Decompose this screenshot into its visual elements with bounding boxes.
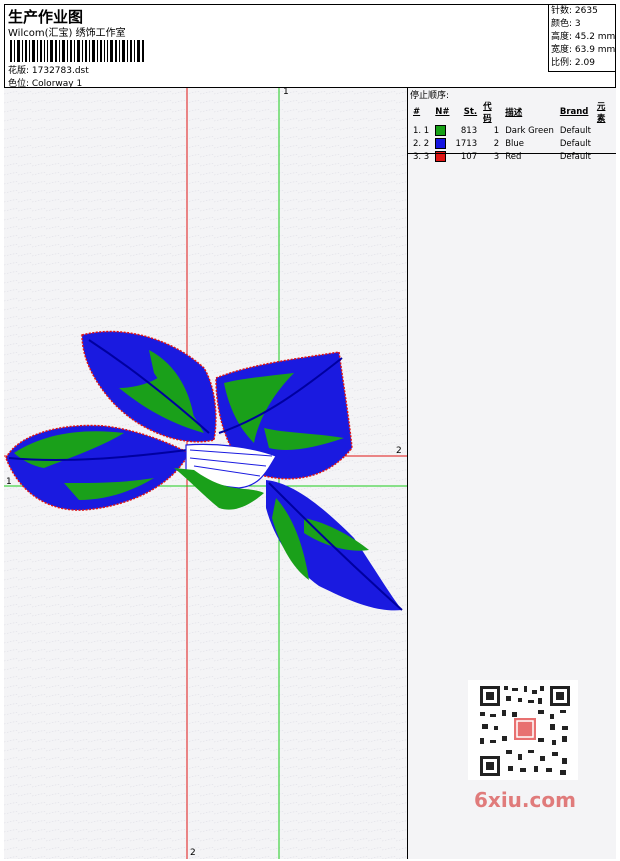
red-axis-label-bottom: 2 (190, 848, 196, 858)
table-row: 3. 3 107 3 Red Default (410, 150, 616, 163)
color-swatch-cell (432, 150, 452, 163)
row-index: 1. 1 (413, 125, 430, 136)
row-index: 3. 3 (413, 151, 430, 162)
green-axis-label-top: 1 (283, 88, 289, 97)
header: 生产作业图 Wilcom(汇宝) 绣饰工作室 花版: 1732783.dst 色… (4, 4, 616, 89)
row-stitches: 1713 (455, 138, 478, 149)
row-brand: Default (559, 151, 591, 162)
design-height: 高度: 45.2 mm (551, 32, 616, 42)
design-stats: 针数: 2635 颜色: 3 高度: 45.2 mm 宽度: 63.9 mm 比… (548, 4, 616, 72)
row-element (594, 150, 616, 163)
row-code: 3 (493, 151, 500, 162)
row-stitches: 107 (460, 151, 478, 162)
red-axis-label-right: 2 (396, 446, 402, 456)
row-description: Blue (505, 138, 525, 149)
stitch-count: 针数: 2635 (551, 6, 598, 16)
row-brand: Default (559, 138, 591, 149)
table-divider (408, 153, 616, 154)
design-canvas: 1 1 2 2 (4, 88, 408, 859)
color-swatch (435, 138, 447, 149)
color-swatch-cell (432, 137, 452, 150)
row-brand: Default (559, 125, 591, 136)
col-needle: N# (435, 107, 450, 117)
row-index: 2. 2 (413, 138, 430, 149)
row-description: Dark Green (505, 125, 554, 136)
color-swatch-cell (432, 124, 452, 137)
col-element: 元素 (596, 102, 606, 124)
barcode (10, 40, 144, 62)
table-row: 1. 1 813 1 Dark Green Default (410, 124, 616, 137)
color-count: 颜色: 3 (551, 19, 581, 29)
row-element (594, 137, 616, 150)
row-element (594, 124, 616, 137)
embroidery-preview (4, 88, 407, 859)
row-stitches: 813 (460, 125, 478, 136)
table-row: 2. 2 1713 2 Blue Default (410, 137, 616, 150)
col-description: 描述 (505, 108, 523, 118)
col-index: # (413, 107, 421, 117)
col-code: 代码 (483, 102, 492, 124)
table-header-row: # N# St. 代码 描述 Brand 元素 (410, 100, 616, 124)
row-code: 1 (493, 125, 500, 136)
green-axis-label-left: 1 (6, 477, 12, 487)
design-scale: 比例: 2.09 (551, 58, 595, 68)
studio-name: Wilcom(汇宝) 绣饰工作室 (8, 28, 126, 39)
design-file: 花版: 1732783.dst (8, 66, 89, 76)
col-stitches: St. (463, 107, 478, 117)
qr-code (468, 680, 578, 780)
color-swatch (435, 125, 447, 136)
watermark-logo: 6xiu.com (474, 788, 576, 812)
row-description: Red (505, 151, 522, 162)
col-brand: Brand (559, 107, 589, 117)
row-code: 2 (493, 138, 500, 149)
design-width: 宽度: 63.9 mm (551, 45, 616, 55)
